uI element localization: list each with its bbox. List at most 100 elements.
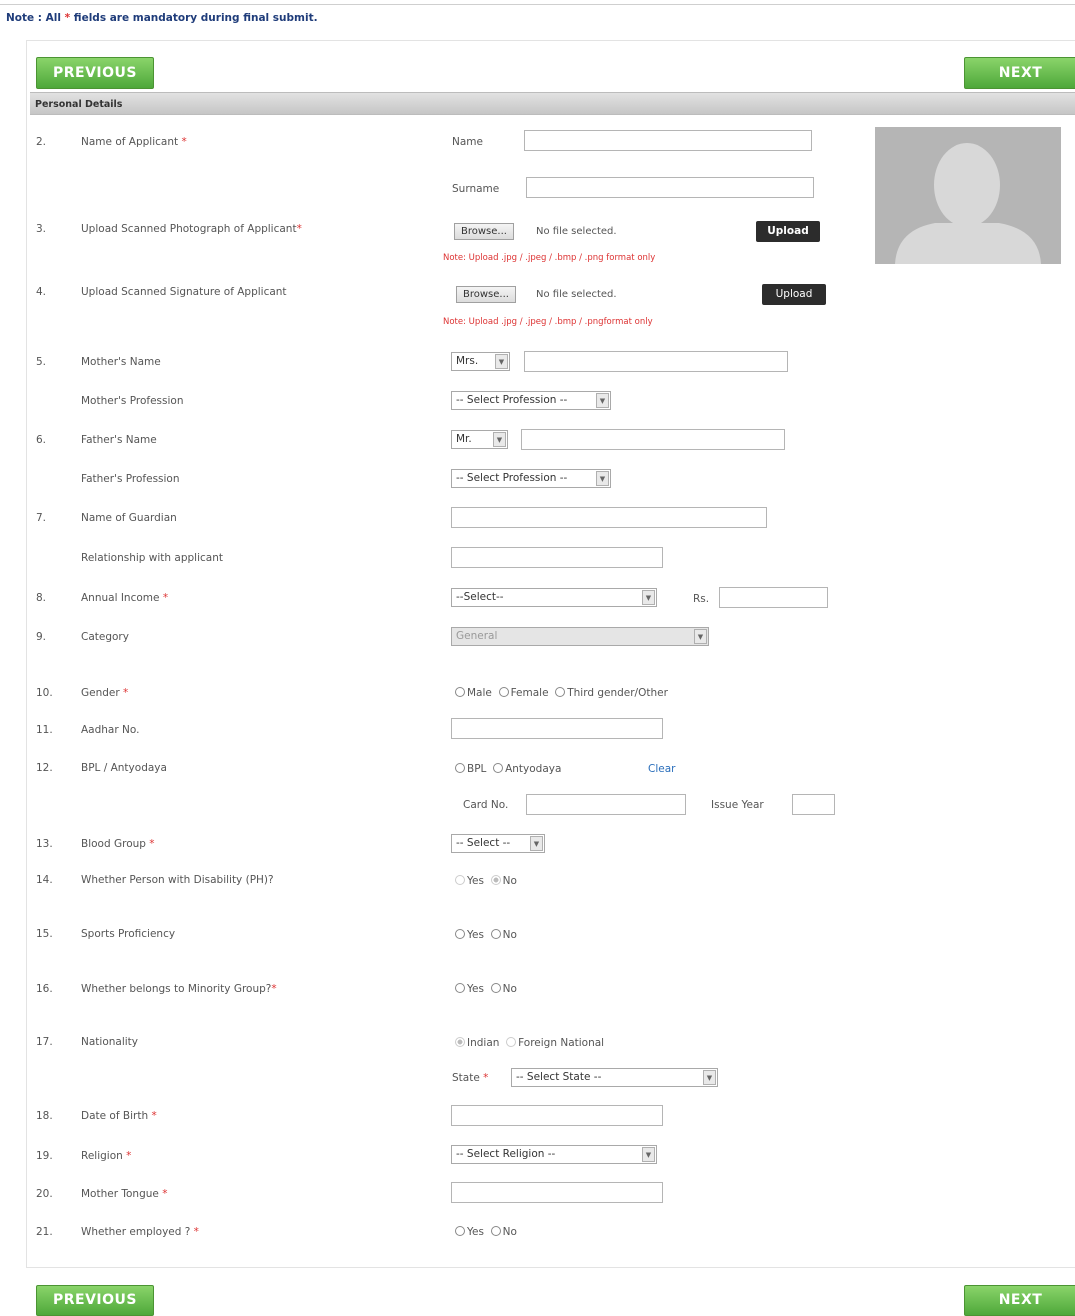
card-no-label: Card No.: [463, 799, 509, 811]
mandatory-note: Note : All * fields are mandatory during…: [6, 12, 318, 24]
minority-no-radio[interactable]: No: [490, 983, 517, 995]
chevron-down-icon: ▼: [530, 836, 543, 851]
q13-number: 13.: [36, 838, 53, 850]
dob-input[interactable]: [451, 1105, 663, 1126]
gender-other-radio[interactable]: Third gender/Other: [555, 687, 668, 699]
father-title-select[interactable]: Mr. ▼: [451, 430, 508, 449]
card-no-input[interactable]: [526, 794, 686, 815]
mother-name-input[interactable]: [524, 351, 788, 372]
photo-placeholder: [875, 127, 1061, 264]
signature-browse-button[interactable]: Browse...: [456, 286, 516, 303]
next-button[interactable]: NEXT: [964, 57, 1075, 89]
guardian-name-input[interactable]: [451, 507, 767, 528]
section-title: Personal Details: [30, 92, 1075, 115]
q4-label: Upload Scanned Signature of Applicant: [81, 286, 287, 298]
q17-number: 17.: [36, 1036, 53, 1048]
previous-button-bottom[interactable]: PREVIOUS: [36, 1285, 154, 1316]
chevron-down-icon: ▼: [694, 629, 707, 644]
disability-yes-radio: Yes: [455, 875, 484, 887]
relationship-input[interactable]: [451, 547, 663, 568]
surname-input[interactable]: [526, 177, 814, 198]
antyodaya-radio[interactable]: Antyodaya: [493, 763, 561, 775]
minority-options: Yes No: [455, 983, 517, 995]
previous-button[interactable]: PREVIOUS: [36, 57, 154, 89]
disability-no-radio: No: [490, 875, 517, 887]
chevron-down-icon: ▼: [642, 1147, 655, 1162]
q16-label: Whether belongs to Minority Group?*: [81, 983, 277, 995]
name-input[interactable]: [524, 130, 812, 151]
clear-link[interactable]: Clear: [648, 763, 675, 775]
sports-yes-radio[interactable]: Yes: [455, 929, 484, 941]
signature-format-note: Note: Upload .jpg / .jpeg / .bmp / .pngf…: [443, 317, 653, 327]
employed-yes-radio[interactable]: Yes: [455, 1226, 484, 1238]
blood-group-select[interactable]: -- Select -- ▼: [451, 834, 545, 853]
next-button-bottom[interactable]: NEXT: [964, 1285, 1075, 1316]
q7-label: Name of Guardian: [81, 512, 177, 524]
q15-number: 15.: [36, 928, 53, 940]
gender-male-radio[interactable]: Male: [455, 687, 492, 699]
chevron-down-icon: ▼: [642, 590, 655, 605]
relationship-label: Relationship with applicant: [81, 552, 223, 564]
q17-label: Nationality: [81, 1036, 139, 1048]
q7-number: 7.: [36, 512, 47, 524]
mother-profession-select[interactable]: -- Select Profession -- ▼: [451, 391, 611, 410]
rs-label: Rs.: [693, 593, 710, 605]
q20-label: Mother Tongue *: [81, 1188, 168, 1200]
surname-label: Surname: [452, 183, 500, 195]
nationality-indian-radio[interactable]: Indian: [455, 1037, 499, 1049]
q10-label: Gender *: [81, 687, 129, 699]
q3-number: 3.: [36, 223, 47, 235]
chevron-down-icon: ▼: [703, 1070, 716, 1085]
chevron-down-icon: ▼: [596, 393, 609, 408]
q12-number: 12.: [36, 762, 53, 774]
minority-yes-radio[interactable]: Yes: [455, 983, 484, 995]
issue-year-label: Issue Year: [711, 799, 764, 811]
aadhar-input[interactable]: [451, 718, 663, 739]
sports-no-radio[interactable]: No: [490, 929, 517, 941]
q13-label: Blood Group *: [81, 838, 155, 850]
father-profession-select[interactable]: -- Select Profession -- ▼: [451, 469, 611, 488]
q5-label: Mother's Name: [81, 356, 161, 368]
chevron-down-icon: ▼: [596, 471, 609, 486]
photo-upload-button[interactable]: Upload: [756, 221, 820, 242]
q19-number: 19.: [36, 1150, 53, 1162]
father-profession-label: Father's Profession: [81, 473, 180, 485]
bpl-options: BPL Antyodaya: [455, 763, 561, 775]
top-divider: [0, 4, 1075, 5]
gender-options: Male Female Third gender/Other: [455, 687, 668, 699]
religion-select[interactable]: -- Select Religion -- ▼: [451, 1145, 657, 1164]
q3-label: Upload Scanned Photograph of Applicant*: [81, 223, 302, 235]
q8-number: 8.: [36, 592, 47, 604]
income-amount-input[interactable]: [719, 587, 828, 608]
q5-number: 5.: [36, 356, 47, 368]
name-label: Name: [452, 136, 483, 148]
chevron-down-icon: ▼: [493, 432, 506, 447]
gender-female-radio[interactable]: Female: [498, 687, 549, 699]
q11-number: 11.: [36, 724, 53, 736]
q6-number: 6.: [36, 434, 47, 446]
disability-options: Yes No: [455, 875, 517, 887]
signature-upload-button[interactable]: Upload: [762, 284, 826, 305]
employed-no-radio[interactable]: No: [490, 1226, 517, 1238]
employed-options: Yes No: [455, 1226, 517, 1238]
q21-number: 21.: [36, 1226, 53, 1238]
photo-file-status: No file selected.: [536, 226, 617, 237]
sports-options: Yes No: [455, 929, 517, 941]
signature-file-status: No file selected.: [536, 289, 617, 300]
avatar-silhouette-icon: [875, 127, 1061, 264]
q9-label: Category: [81, 631, 129, 643]
state-select[interactable]: -- Select State -- ▼: [511, 1068, 718, 1087]
photo-browse-button[interactable]: Browse...: [454, 223, 514, 240]
issue-year-input[interactable]: [792, 794, 835, 815]
q14-label: Whether Person with Disability (PH)?: [81, 874, 274, 886]
q6-label: Father's Name: [81, 434, 157, 446]
nationality-foreign-radio[interactable]: Foreign National: [506, 1037, 604, 1049]
mother-tongue-input[interactable]: [451, 1182, 663, 1203]
q10-number: 10.: [36, 687, 53, 699]
mother-title-select[interactable]: Mrs. ▼: [451, 352, 510, 371]
photo-format-note: Note: Upload .jpg / .jpeg / .bmp / .png …: [443, 253, 656, 263]
bpl-radio[interactable]: BPL: [455, 763, 486, 775]
father-name-input[interactable]: [521, 429, 785, 450]
mother-profession-label: Mother's Profession: [81, 395, 184, 407]
annual-income-select[interactable]: --Select-- ▼: [451, 588, 657, 607]
